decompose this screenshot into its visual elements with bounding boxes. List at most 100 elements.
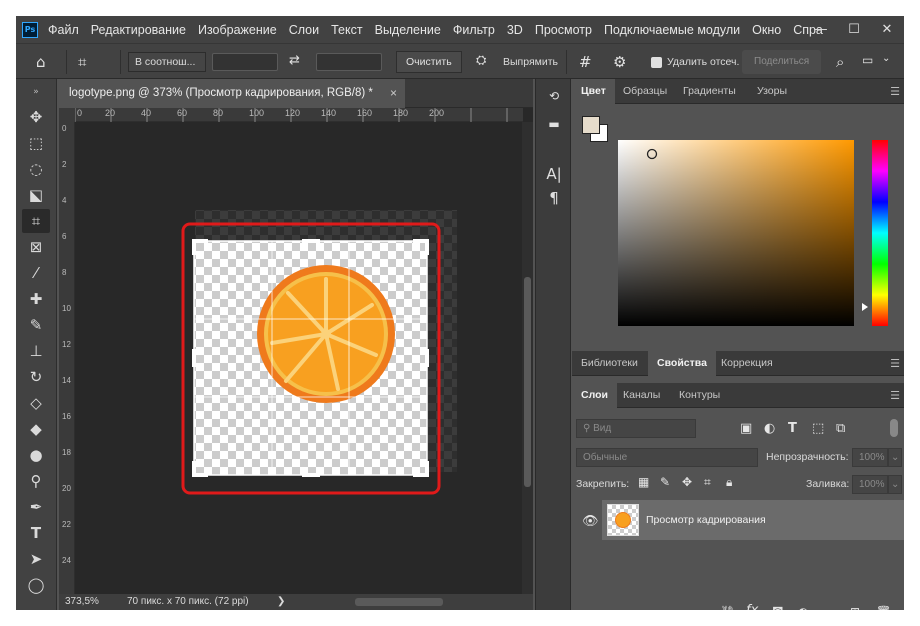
tab-color[interactable]: Цвет (572, 79, 615, 104)
home-icon[interactable]: ⌂ (36, 53, 46, 71)
healing-brush-tool-icon[interactable]: ✚ (22, 287, 50, 311)
share-button[interactable]: Поделиться (742, 50, 822, 74)
menu-view[interactable]: Просмотр (529, 23, 598, 37)
path-selection-tool-icon[interactable]: ➤ (22, 547, 50, 571)
layer-mask-icon[interactable]: ◙ (772, 605, 784, 610)
group-folder-icon[interactable]: ▬ (824, 605, 835, 610)
panel-menu-icon[interactable]: ☰ (890, 357, 900, 370)
minimize-button[interactable]: — (806, 16, 836, 43)
foreground-swatch[interactable] (582, 116, 600, 134)
straighten-button[interactable]: Выпрямить (503, 56, 558, 68)
opacity-chevron-icon[interactable]: ⌄ (888, 448, 902, 467)
blend-mode-select[interactable]: Обычные (576, 448, 758, 467)
status-menu-icon[interactable]: ❯ (277, 596, 285, 607)
workspace-icon[interactable]: ▭ (862, 53, 873, 67)
gear-icon[interactable]: ⚙ (613, 53, 626, 71)
trash-icon[interactable]: 🗑︎ (876, 605, 891, 610)
tab-adjustments[interactable]: Коррекция (712, 351, 782, 376)
search-icon[interactable]: ⌕ (836, 53, 844, 71)
pen-tool-icon[interactable]: ✒ (22, 495, 50, 519)
tab-gradients[interactable]: Градиенты (674, 79, 745, 104)
menu-edit[interactable]: Редактирование (85, 23, 192, 37)
opacity-input[interactable]: 100% (852, 448, 888, 467)
close-button[interactable]: ✕ (872, 16, 902, 43)
filter-type-icon[interactable]: T (788, 421, 797, 436)
menu-type[interactable]: Текст (325, 23, 368, 37)
maximize-button[interactable]: ☐ (839, 16, 869, 43)
swap-icon[interactable]: ⇄ (289, 53, 300, 68)
filter-toggle[interactable] (890, 419, 898, 437)
filter-smart-object-icon[interactable]: ⧉ (836, 421, 845, 436)
delete-cropped-checkbox[interactable] (651, 57, 662, 68)
canvas[interactable] (76, 123, 521, 594)
eyedropper-tool-icon[interactable]: ⁄ (22, 261, 50, 285)
tab-channels[interactable]: Каналы (614, 383, 669, 408)
clear-button[interactable]: Очистить (396, 51, 462, 73)
layer-filter-select[interactable]: ⚲ Вид (576, 419, 696, 438)
menu-plugins[interactable]: Подключаемые модули (598, 23, 746, 37)
link-layers-icon[interactable]: ⛓︎ (720, 605, 735, 610)
width-field[interactable] (212, 53, 278, 71)
straighten-icon[interactable]: ⛭ (476, 53, 486, 68)
ellipse-tool-icon[interactable]: ◯ (22, 573, 50, 597)
lock-all-icon[interactable]: 🔒︎ (726, 475, 732, 490)
vertical-scrollbar[interactable] (522, 122, 533, 594)
menu-layers[interactable]: Слои (283, 23, 325, 37)
ratio-select[interactable]: В соотнош... (128, 52, 206, 72)
crop-tool-icon[interactable]: ⌗ (22, 209, 50, 233)
height-field[interactable] (316, 53, 382, 71)
document-tab[interactable]: logotype.png @ 373% (Просмотр кадрирован… (59, 79, 405, 108)
menu-select[interactable]: Выделение (369, 23, 447, 37)
tab-swatches[interactable]: Образцы (614, 79, 676, 104)
history-icon[interactable]: ⟲ (536, 89, 572, 103)
tab-paths[interactable]: Контуры (670, 383, 729, 408)
character-panel-icon[interactable]: A| (536, 165, 572, 183)
toolbar-collapse-icon[interactable]: » (22, 87, 50, 97)
tab-layers[interactable]: Слои (572, 383, 617, 408)
menu-3d[interactable]: 3D (501, 23, 529, 37)
object-select-tool-icon[interactable]: ⬕ (22, 183, 50, 207)
lock-artboard-icon[interactable]: ⌗ (704, 475, 711, 490)
lock-paint-icon[interactable]: ✎ (660, 475, 670, 489)
menu-filter[interactable]: Фильтр (447, 23, 501, 37)
dodge-tool-icon[interactable]: ⚲ (22, 469, 50, 493)
color-field[interactable] (618, 140, 854, 326)
chevron-down-icon[interactable]: ⌄ (882, 53, 890, 64)
type-tool-icon[interactable]: T (22, 521, 50, 545)
menu-file[interactable]: Файл (42, 23, 85, 37)
grid-overlay-icon[interactable]: # (579, 53, 592, 71)
layer-style-icon[interactable]: fx (746, 603, 758, 610)
menu-window[interactable]: Окно (746, 23, 787, 37)
paint-bucket-tool-icon[interactable]: ◆ (22, 417, 50, 441)
lock-transparent-icon[interactable]: ▦ (638, 475, 649, 489)
adjustment-layer-icon[interactable]: ◐ (798, 605, 808, 610)
layer-row[interactable]: Просмотр кадрирования (602, 500, 904, 540)
zoom-level[interactable]: 373,5% (65, 596, 99, 607)
hue-slider-marker[interactable] (862, 303, 868, 311)
scroll-thumb[interactable] (524, 277, 531, 487)
tab-properties[interactable]: Свойства (648, 351, 716, 376)
menu-image[interactable]: Изображение (192, 23, 283, 37)
comments-icon[interactable]: ▬ (536, 117, 572, 131)
panel-menu-icon[interactable]: ☰ (890, 85, 900, 98)
tab-patterns[interactable]: Узоры (748, 79, 796, 104)
layer-name[interactable]: Просмотр кадрирования (646, 514, 766, 526)
hue-slider[interactable] (872, 140, 888, 326)
history-brush-tool-icon[interactable]: ↻ (22, 365, 50, 389)
eraser-tool-icon[interactable]: ◇ (22, 391, 50, 415)
horizontal-scroll-thumb[interactable] (355, 598, 443, 606)
marquee-tool-icon[interactable]: ⬚ (22, 131, 50, 155)
crop-tool-preset-icon[interactable]: ⌗ (78, 53, 86, 71)
close-tab-icon[interactable]: × (390, 86, 397, 100)
filter-adjustment-icon[interactable]: ◐ (764, 421, 775, 436)
fill-chevron-icon[interactable]: ⌄ (888, 475, 902, 494)
brush-tool-icon[interactable]: ✎ (22, 313, 50, 337)
visibility-eye-icon[interactable]: 👁︎ (582, 514, 599, 529)
paragraph-panel-icon[interactable]: ¶ (536, 189, 572, 207)
filter-shape-icon[interactable]: ⬚ (812, 421, 824, 436)
panel-menu-icon[interactable]: ☰ (890, 389, 900, 402)
tab-libraries[interactable]: Библиотеки (572, 351, 647, 376)
frame-tool-icon[interactable]: ⊠ (22, 235, 50, 259)
lasso-tool-icon[interactable]: ◌ (22, 157, 50, 181)
new-layer-icon[interactable]: ⊞ (850, 605, 860, 610)
